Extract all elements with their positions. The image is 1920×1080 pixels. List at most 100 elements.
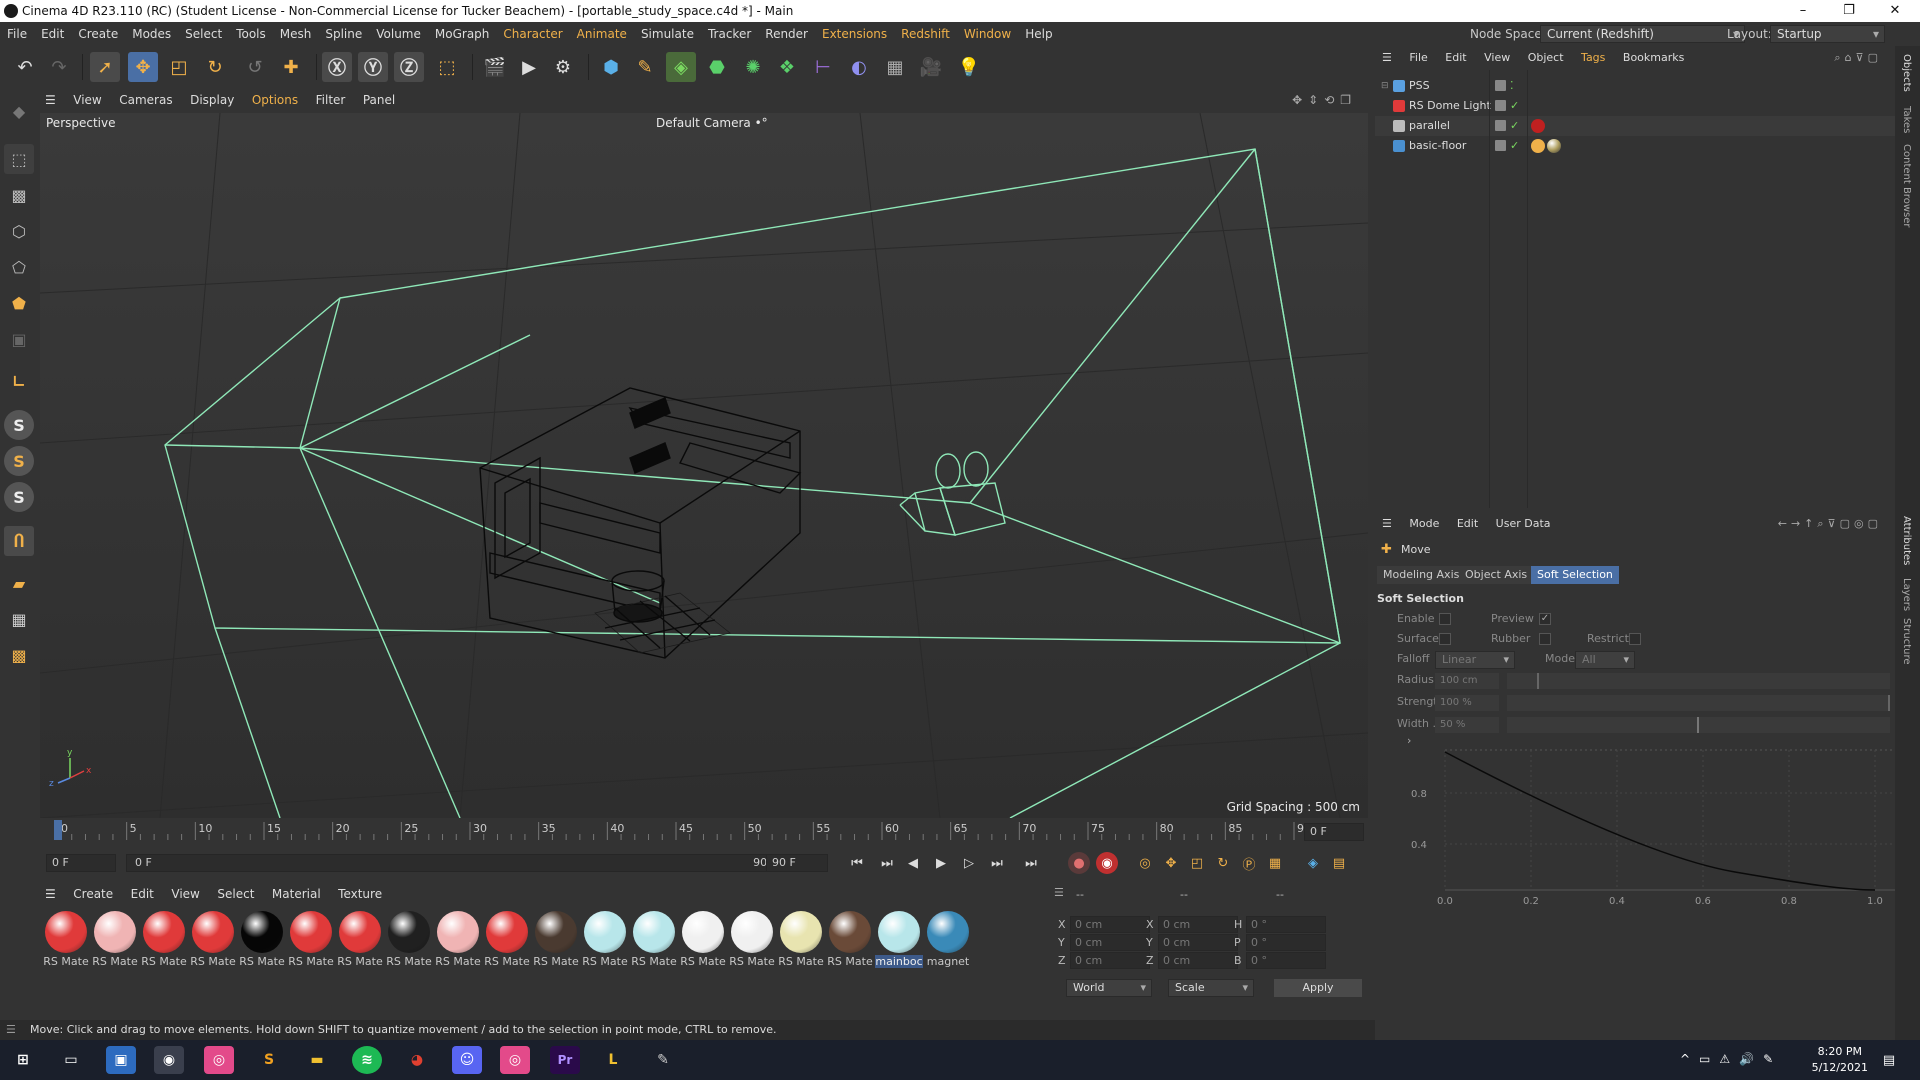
lightroom-task-icon[interactable]: L	[598, 1046, 628, 1074]
menu-window[interactable]: Window	[957, 22, 1018, 46]
menu-select[interactable]: Select	[178, 22, 229, 46]
restrict-checkbox[interactable]	[1629, 633, 1641, 645]
preview-checkbox[interactable]: ✓	[1539, 613, 1551, 625]
sublime-task-icon[interactable]: S	[254, 1046, 284, 1074]
end-frame-field[interactable]: 90 F	[766, 854, 828, 872]
minimize-button[interactable]: –	[1780, 0, 1826, 22]
om-menu-tags[interactable]: Tags	[1574, 46, 1612, 70]
viewport-menu-view[interactable]: View	[66, 88, 108, 112]
attr-menu-user-data[interactable]: User Data	[1489, 512, 1558, 536]
select-tool-icon[interactable]: ➚	[90, 52, 120, 82]
side-tab-attributes[interactable]: Attributes	[1901, 516, 1912, 565]
recent-tools-icon[interactable]: ↺	[240, 52, 270, 82]
layer-icon[interactable]	[1495, 80, 1506, 91]
attr-nav-icons[interactable]: ←→↑⌕⊽▢◎▢	[1771, 512, 1889, 536]
field-icon[interactable]: ◐	[844, 52, 874, 82]
camera-icon[interactable]: 🎥	[916, 52, 946, 82]
system-tray-icons[interactable]: ^▭⚠🔊✎	[1680, 1052, 1782, 1066]
menu-help[interactable]: Help	[1018, 22, 1059, 46]
magnet-icon[interactable]: Ⴖ	[4, 526, 34, 556]
material-swatch[interactable]: RS Mate	[385, 908, 433, 968]
material-swatch[interactable]: magnet	[924, 908, 972, 968]
frame-range-slider[interactable]: 0 F 90 F	[126, 854, 786, 872]
render-settings-icon[interactable]: ⚙	[548, 52, 578, 82]
viewport-menu-filter[interactable]: Filter	[309, 88, 353, 112]
attr-menu-icon[interactable]: ☰	[1375, 512, 1399, 536]
side-tab-layers[interactable]: Layers	[1901, 578, 1912, 611]
object-name[interactable]: PSS	[1409, 76, 1430, 96]
falloff-select[interactable]: Linear	[1435, 651, 1515, 669]
radius-field[interactable]: 100 cm	[1435, 673, 1499, 689]
z-axis-icon[interactable]: Ⓩ	[394, 52, 424, 82]
undo-icon[interactable]: ↶	[10, 52, 40, 82]
camera-label[interactable]: Default Camera •°	[656, 116, 768, 130]
tab-modeling-axis[interactable]: Modeling Axis	[1377, 566, 1466, 584]
menu-create[interactable]: Create	[71, 22, 125, 46]
key-parameter-icon[interactable]: Ⓟ	[1238, 852, 1260, 874]
material-swatch[interactable]: RS Mate	[189, 908, 237, 968]
coord-field[interactable]: 0 cm	[1158, 952, 1238, 969]
menu-volume[interactable]: Volume	[369, 22, 428, 46]
material-menu-material[interactable]: Material	[265, 882, 328, 906]
menu-render[interactable]: Render	[758, 22, 815, 46]
light-icon[interactable]: 💡	[954, 52, 984, 82]
menu-modes[interactable]: Modes	[125, 22, 178, 46]
om-search-filter-icons[interactable]: ⌕⌂⊽▢	[1827, 46, 1889, 70]
start-frame-field[interactable]: 0 F	[46, 854, 116, 872]
viewport-nav-icons[interactable]: ✥⇕⟲❐	[1285, 88, 1364, 112]
premiere-task-icon[interactable]: Pr	[550, 1046, 580, 1074]
file-explorer-icon[interactable]: ▬	[302, 1046, 332, 1074]
material-swatch[interactable]: RS Mate	[777, 908, 825, 968]
object-name[interactable]: parallel	[1409, 116, 1450, 136]
spotify-task-icon[interactable]: ≋	[352, 1046, 382, 1074]
om-menu-icon[interactable]: ☰	[1375, 46, 1399, 70]
object-row[interactable]: RS Dome Light ✓	[1375, 96, 1895, 116]
paint-task-icon[interactable]: ✎	[648, 1046, 678, 1074]
cinema4d-task-icon[interactable]: ◉	[154, 1046, 184, 1074]
locked-workplane-icon[interactable]: ▩	[4, 640, 34, 670]
object-row[interactable]: basic-floor ✓	[1375, 136, 1895, 156]
key-pla-icon[interactable]: ▦	[1264, 852, 1286, 874]
apply-button[interactable]: Apply	[1274, 979, 1362, 997]
material-swatch[interactable]: RS Mate	[483, 908, 531, 968]
material-menu-create[interactable]: Create	[66, 882, 120, 906]
coord-field[interactable]: 0 °	[1246, 916, 1326, 933]
windows-start-icon[interactable]: ⊞	[8, 1046, 38, 1074]
current-frame-field[interactable]: 0 F	[1304, 823, 1364, 841]
material-menu-view[interactable]: View	[164, 882, 206, 906]
make-editable-icon[interactable]: ◆	[4, 96, 34, 126]
edges-mode-icon[interactable]: ⬠	[4, 252, 34, 282]
cloner-icon[interactable]: ❖	[772, 52, 802, 82]
render-picture-viewer-icon[interactable]: ▶	[514, 52, 544, 82]
render-view-icon[interactable]: 🎬	[480, 52, 510, 82]
previous-key-icon[interactable]: ⏭	[876, 852, 898, 874]
phong-tag-icon[interactable]	[1531, 139, 1545, 153]
go-to-end-icon[interactable]: ⏭	[1020, 852, 1042, 874]
polygons-mode-icon[interactable]: ⬟	[4, 288, 34, 318]
layer-icon[interactable]	[1495, 100, 1506, 111]
material-swatch[interactable]: mainboc	[875, 908, 923, 968]
viewport-menu-display[interactable]: Display	[183, 88, 241, 112]
rotate-tool-icon[interactable]: ↻	[200, 52, 230, 82]
material-swatch[interactable]: RS Mate	[679, 908, 727, 968]
enabled-check-icon[interactable]: ✓	[1510, 116, 1519, 136]
points-mode-icon[interactable]: ⬡	[4, 216, 34, 246]
close-button[interactable]: ✕	[1872, 0, 1918, 22]
task-view-icon[interactable]: ▭	[56, 1046, 86, 1074]
menu-edit[interactable]: Edit	[34, 22, 71, 46]
autokey-icon[interactable]: ◉	[1096, 852, 1118, 874]
notifications-icon[interactable]: ▤	[1874, 1046, 1904, 1074]
array-icon[interactable]: ✺	[738, 52, 768, 82]
snap-icon[interactable]: S	[4, 410, 34, 440]
pen-spline-icon[interactable]: ✎	[630, 52, 660, 82]
menu-mograph[interactable]: MoGraph	[428, 22, 497, 46]
coords-menu-icon[interactable]: ☰	[1054, 886, 1064, 899]
snap-settings-icon[interactable]: S	[4, 446, 34, 476]
y-axis-icon[interactable]: Ⓨ	[358, 52, 388, 82]
enabled-check-icon[interactable]: ⁚	[1510, 76, 1514, 96]
strength-field[interactable]: 100 %	[1435, 695, 1499, 711]
coords-scale-select[interactable]: Scale	[1168, 979, 1254, 997]
material-menu-edit[interactable]: Edit	[124, 882, 161, 906]
floor-icon[interactable]: ▦	[880, 52, 910, 82]
side-tab-structure[interactable]: Structure	[1901, 618, 1912, 665]
